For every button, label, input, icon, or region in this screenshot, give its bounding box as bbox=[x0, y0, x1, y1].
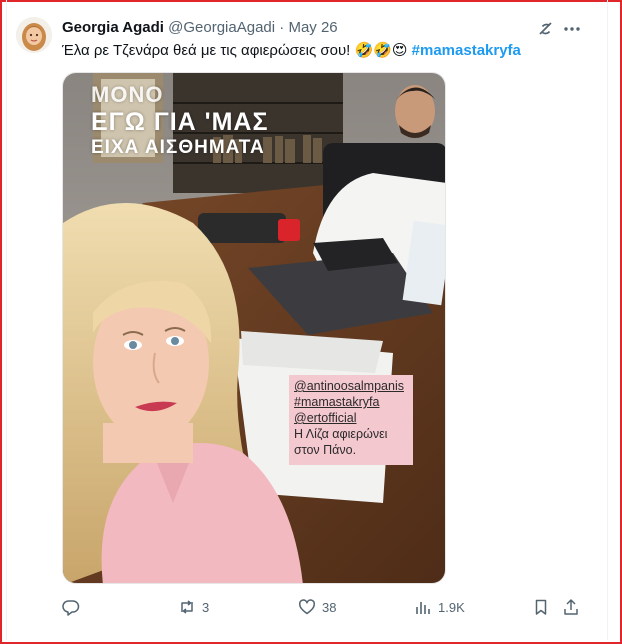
story-title: ΜΟΝΟ ΕΓΩ ΓΙΑ 'ΜΑΣ ΕΙΧΑ ΑΙΣΘΗΜΑΤΑ bbox=[91, 83, 269, 159]
sticker-hashtag: #mamastakryfa bbox=[294, 395, 380, 409]
views-count: 1.9K bbox=[438, 599, 465, 615]
retweet-button[interactable]: 3 bbox=[178, 596, 209, 618]
bookmark-icon bbox=[535, 599, 547, 615]
tweet-header: Georgia Agadi @GeorgiaAgadi · May 26 bbox=[62, 18, 338, 38]
heart-icon bbox=[298, 599, 316, 615]
story-title-line2: ΕΓΩ ΓΙΑ 'ΜΑΣ bbox=[91, 108, 269, 136]
sticker-caption: στον Πάνο. bbox=[294, 443, 357, 457]
avatar-image bbox=[16, 17, 52, 53]
bookmark-button[interactable] bbox=[532, 596, 550, 618]
views-icon bbox=[416, 602, 430, 614]
timeline-left-border bbox=[6, 0, 7, 640]
header-separator: · bbox=[279, 19, 285, 36]
sticker-mention: @ertofficial bbox=[294, 411, 357, 425]
views-button[interactable]: 1.9K bbox=[414, 596, 465, 618]
share-icon bbox=[564, 599, 578, 615]
sticker-mention: @antinoosalmpanis bbox=[294, 379, 404, 393]
story-title-line3: ΕΙΧΑ ΑΙΣΘΗΜΑΤΑ bbox=[91, 137, 265, 158]
tweet-media[interactable]: ΜΟΝΟ ΕΓΩ ΓΙΑ 'ΜΑΣ ΕΙΧΑ ΑΙΣΘΗΜΑΤΑ @antino… bbox=[62, 72, 446, 584]
author-name[interactable]: Georgia Agadi bbox=[62, 19, 164, 36]
retweet-icon bbox=[181, 600, 193, 614]
hashtag-link[interactable]: #mamastakryfa bbox=[412, 42, 521, 59]
grok-icon[interactable] bbox=[537, 20, 555, 38]
tweet-actions: 3 38 1.9K bbox=[62, 596, 592, 618]
sticker-caption: Η Λίζα αφιερώνει bbox=[294, 427, 388, 441]
story-mention-sticker: @antinoosalmpanis #mamastakryfa @ertoffi… bbox=[289, 375, 413, 465]
like-count: 38 bbox=[322, 599, 337, 615]
like-button[interactable]: 38 bbox=[298, 596, 336, 618]
timeline-right-border bbox=[607, 0, 608, 640]
retweet-count: 3 bbox=[202, 599, 210, 615]
tweet-text: Έλα ρε Τζενάρα θεά με τις αφιερώσεις σου… bbox=[62, 41, 521, 61]
tweet-body: Έλα ρε Τζενάρα θεά με τις αφιερώσεις σου… bbox=[62, 42, 408, 59]
tweet-date[interactable]: May 26 bbox=[288, 19, 337, 36]
story-title-line1: ΜΟΝΟ bbox=[91, 82, 164, 107]
more-icon[interactable] bbox=[562, 20, 582, 38]
reply-icon bbox=[62, 600, 80, 616]
share-button[interactable] bbox=[562, 596, 580, 618]
author-handle[interactable]: @GeorgiaAgadi bbox=[168, 19, 275, 36]
reply-button[interactable] bbox=[62, 596, 86, 618]
avatar[interactable] bbox=[16, 17, 52, 53]
